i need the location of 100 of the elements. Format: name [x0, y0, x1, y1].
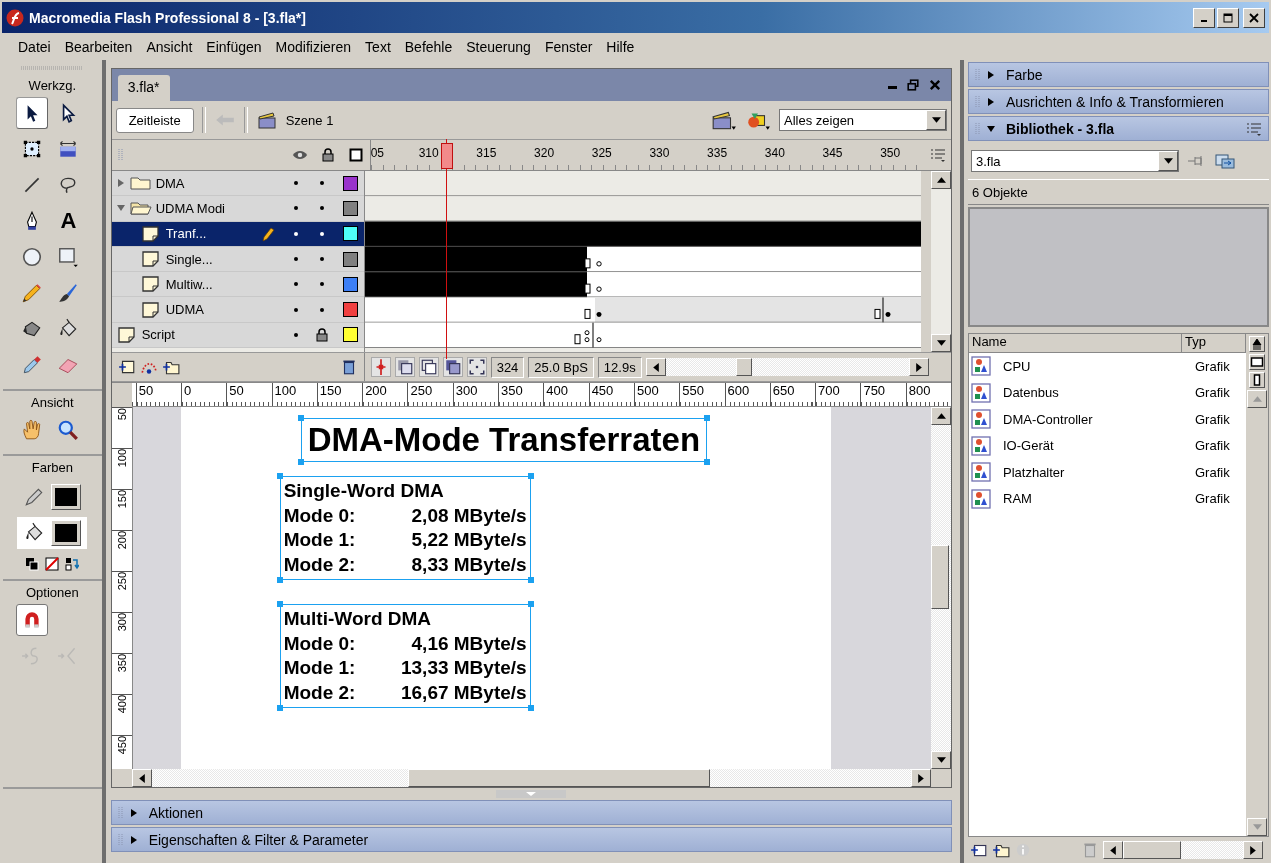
ruler-number: 400: [115, 695, 128, 714]
panel-header[interactable]: Farbe: [968, 62, 1269, 87]
layer-name: DMA: [155, 175, 185, 191]
layer-row[interactable]: UDMA: [111, 297, 364, 323]
mode-label: Mode 2:: [283, 680, 357, 705]
frame-number: 315: [476, 146, 498, 160]
frame-number: 335: [707, 146, 729, 160]
stage-title: DMA-Mode Transferraten: [307, 421, 701, 459]
library-item[interactable]: Platzhalter Grafik: [969, 459, 1246, 486]
item-count: 6 Objekte: [968, 179, 1269, 205]
frame-number: 05: [370, 146, 385, 160]
menu-item[interactable]: Fenster: [538, 38, 601, 55]
ruler-number: 150: [316, 383, 363, 406]
ruler-number: 50: [115, 408, 128, 421]
ruler-number: 0: [180, 383, 227, 406]
panel-header[interactable]: Ausrichten & Info & Transformieren: [968, 89, 1269, 114]
menu-item[interactable]: Bearbeiten: [58, 38, 141, 55]
layer-name: Script: [141, 327, 175, 343]
menu-item[interactable]: Hilfe: [600, 38, 643, 55]
panel-header[interactable]: Bibliothek - 3.fla: [968, 116, 1269, 141]
stage[interactable]: DMA-Mode Transferraten Single-Word DMA Mode 0: 2,08 MByte/s Mode 1: 5,22 MByte/s Mode 2: 8,33 MByte/s Multi-Word DMA Mode 0: 4,16 MByte/s Mode 1: 13,33 MByte/s Mode 2: 16,67 MByte/s: [180, 407, 831, 769]
frame-number: 340: [764, 146, 786, 160]
ruler-number: 300: [452, 383, 499, 406]
frame-number: 345: [822, 146, 844, 160]
transfer-rate: 16,67 MByte/s: [399, 680, 527, 705]
transfer-rate: 5,22 MByte/s: [410, 528, 527, 552]
text-field-selection[interactable]: DMA-Mode Transferraten: [300, 418, 708, 462]
elapsed-time: 12.9s: [597, 356, 642, 378]
layer-row[interactable]: UDMA Modi: [111, 196, 364, 222]
document-tab[interactable]: 3.fla*: [117, 75, 170, 101]
menu-item[interactable]: Modifizieren: [269, 38, 360, 55]
block-heading: Single-Word DMA: [283, 479, 445, 503]
layer-row[interactable]: Single...: [111, 246, 364, 273]
ruler-number: 350: [115, 654, 128, 673]
ruler-number: 250: [407, 383, 453, 406]
ruler-number: 700: [815, 383, 861, 406]
menu-item[interactable]: Befehle: [398, 38, 461, 55]
ruler-number: 150: [115, 490, 128, 509]
ruler-number: 450: [588, 383, 634, 406]
frame-number: 330: [649, 146, 671, 160]
transfer-rate: 4,16 MByte/s: [410, 631, 527, 656]
library-item[interactable]: RAM Grafik: [969, 485, 1246, 512]
layer-row[interactable]: Tranf...: [111, 221, 364, 247]
zoom-dropdown[interactable]: Alles zeigen: [779, 109, 947, 131]
menu-item[interactable]: Datei: [12, 38, 59, 55]
library-item[interactable]: IO-Gerät Grafik: [969, 432, 1246, 459]
library-item[interactable]: Datenbus Grafik: [969, 379, 1246, 406]
window-title: Macromedia Flash Professional 8 - [3.fla*]: [29, 9, 306, 26]
ruler-number: 350: [498, 383, 544, 406]
frame-number: 350: [880, 146, 902, 160]
layer-name: Multiw...: [165, 276, 213, 292]
text-field-selection[interactable]: Single-Word DMA Mode 0: 2,08 MByte/s Mode 1: 5,22 MByte/s Mode 2: 8,33 MByte/s: [279, 476, 531, 580]
ruler-number: 250: [115, 572, 128, 591]
ruler-number: 100: [271, 383, 317, 406]
transfer-rate: 2,08 MByte/s: [410, 503, 527, 528]
menu-item[interactable]: Steuerung: [460, 38, 539, 55]
ruler-number: 450: [115, 736, 128, 755]
block-heading: Multi-Word DMA: [283, 607, 433, 631]
panel-header[interactable]: Eigenschaften & Filter & Parameter: [110, 827, 952, 852]
section-title: Optionen: [25, 585, 79, 600]
ruler-number: 50: [135, 383, 181, 406]
ruler-number: 400: [543, 383, 589, 406]
column-header[interactable]: Name: [969, 334, 1182, 352]
library-item[interactable]: DMA-Controller Grafik: [969, 406, 1246, 433]
mode-label: Mode 0:: [283, 631, 357, 656]
menu-item[interactable]: Einfügen: [200, 38, 270, 55]
ruler-number: 650: [769, 383, 816, 406]
current-frame: 324: [490, 356, 525, 378]
library-dropdown[interactable]: 3.fla: [971, 150, 1179, 172]
section-title: Ansicht: [31, 395, 74, 410]
frame-number: 320: [534, 146, 556, 160]
ruler-number: 800: [905, 383, 951, 406]
section-title: Farben: [31, 460, 73, 475]
transfer-rate: 8,33 MByte/s: [410, 552, 527, 577]
mode-label: Mode 1:: [283, 656, 357, 680]
ruler-number: 550: [679, 383, 725, 406]
text-field-selection[interactable]: Multi-Word DMA Mode 0: 4,16 MByte/s Mode 1: 13,33 MByte/s Mode 2: 16,67 MByte/s: [279, 604, 531, 708]
layer-name: Tranf...: [165, 226, 207, 242]
ruler-number: 50: [226, 383, 272, 406]
frame-rate: 25.0 BpS: [528, 356, 594, 378]
timeline-button[interactable]: Zeitleiste: [115, 107, 194, 133]
text-tool-button[interactable]: A: [52, 205, 85, 237]
layer-name: Single...: [165, 251, 213, 267]
ruler-number: 300: [115, 613, 128, 632]
ruler-number: 750: [860, 383, 906, 406]
menu-item[interactable]: Ansicht: [140, 38, 201, 55]
section-title: Werkzg.: [28, 78, 77, 93]
ruler-number: 200: [115, 531, 128, 550]
ruler-number: 200: [362, 383, 408, 406]
layer-row[interactable]: Script: [111, 322, 364, 349]
panel-header[interactable]: Aktionen: [110, 800, 952, 825]
mode-label: Mode 0:: [283, 503, 357, 528]
layer-row[interactable]: DMA: [111, 171, 364, 197]
scene-label: Szene 1: [285, 112, 334, 128]
frame-number: 325: [591, 146, 613, 160]
transfer-rate: 13,33 MByte/s: [399, 656, 527, 680]
library-item[interactable]: CPU Grafik: [969, 353, 1246, 380]
layer-row[interactable]: Multiw...: [111, 272, 364, 298]
mode-label: Mode 1:: [283, 528, 357, 552]
menu-item[interactable]: Text: [359, 38, 399, 55]
